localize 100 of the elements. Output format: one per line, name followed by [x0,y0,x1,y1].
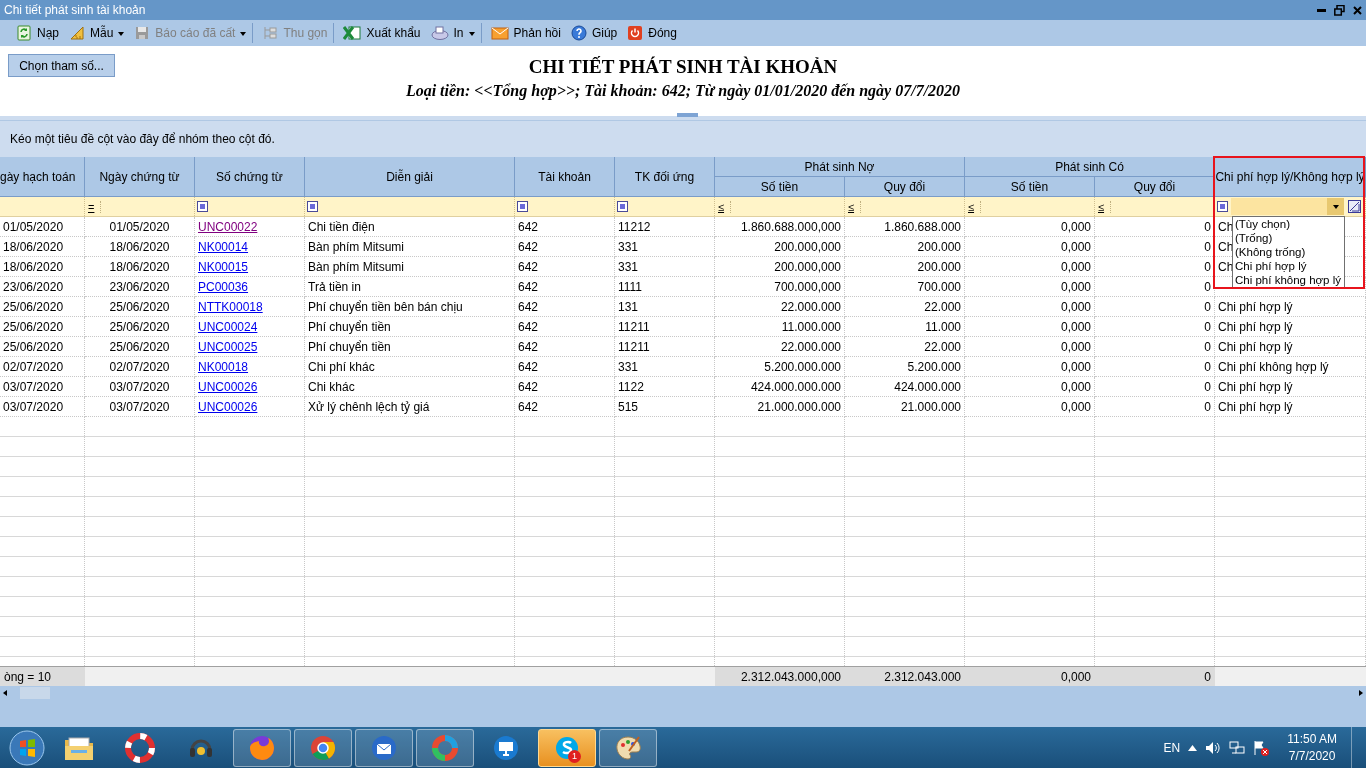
flag-warning-icon[interactable] [1253,739,1270,756]
taskbar-button[interactable] [599,728,657,767]
filter-square-icon[interactable] [618,202,627,211]
filter-square-icon[interactable] [518,202,527,211]
table-cell: 642 [518,339,539,354]
table-cell: Chi phí hợp lý [1218,319,1293,334]
table-cell: Bàn phím Mitsumi [308,239,405,254]
envelope-icon [490,25,509,41]
document-link[interactable]: NK00018 [198,359,249,374]
dropdown-option[interactable]: Chi phí hợp lý [1233,259,1344,273]
column-total: 0,000 [965,667,1095,686]
column-group-header: Phát sinh Nợ [715,157,965,177]
start-orb-icon[interactable] [9,729,45,766]
dropdown-option[interactable]: (Tùy chọn) [1233,217,1344,231]
network-icon[interactable] [1229,740,1246,755]
table-cell: 0,000 [1060,279,1091,294]
splitter-handle[interactable] [676,113,698,117]
dropdown-option[interactable]: (Trống) [1233,231,1344,245]
document-link[interactable]: UNC00026 [198,399,258,414]
dropdown-option[interactable]: Chi phí không hợp lý [1233,273,1344,287]
document-link[interactable]: UNC00022 [198,219,258,234]
clock-time[interactable]: 11:50 AM [1287,730,1337,748]
table-cell: 0,000 [1060,399,1091,414]
toolbar-button[interactable]: Giúp [566,23,622,43]
toolbar-button[interactable]: In [426,23,482,43]
toolbar-button[interactable]: Đóng [623,23,681,43]
report-title: CHI TIẾT PHÁT SINH TÀI KHOẢN [528,56,838,78]
table-cell: 1111 [618,279,643,294]
table-cell: 0,000 [1060,239,1091,254]
clear-filter-icon[interactable] [1348,200,1361,213]
table-cell: 0,000 [1060,319,1091,334]
table-cell: 25/06/2020 [3,319,64,334]
document-link[interactable]: NK00014 [198,239,249,254]
document-link[interactable]: UNC00024 [198,319,258,334]
document-link[interactable]: UNC00025 [198,339,258,354]
filter-operator[interactable]: ≤ [1098,200,1111,213]
table-cell: Chi phí hợp lý [1218,339,1293,354]
table-cell: 02/07/2020 [3,359,64,374]
parameters-button[interactable]: Chọn tham số... [8,54,115,77]
speaker-icon[interactable] [1205,740,1222,755]
table-cell: Chi khác [308,379,355,394]
toolbar-button[interactable]: Nạp [12,23,63,43]
refresh-icon [16,25,32,41]
report-subtitle: Loại tiền: <<Tổng hợp>>; Tài khoản: 642; Từ ngày 01/01/2020 đến ngày 07/7/2020 [405,82,961,100]
toolbar-button[interactable]: Xuất khẩu [339,23,425,43]
table-cell: 5.200.000.000 [764,359,841,374]
table-cell: 21.000.000.000 [757,399,841,414]
table-cell: 0,000 [1060,299,1091,314]
table-cell: Trả tiền in [308,279,361,294]
table-cell: 200.000,000 [774,259,841,274]
filter-operator[interactable]: = [88,200,101,213]
clock-date[interactable]: 7/7/2020 [1288,747,1336,765]
filter-square-icon[interactable] [198,202,207,211]
table-cell: 0,000 [1060,379,1091,394]
printer-icon [430,25,449,41]
table-cell: 0 [1204,319,1211,334]
language-indicator[interactable]: EN [1163,740,1181,755]
close-icon[interactable] [1353,5,1362,15]
dropdown-option[interactable]: (Không trống) [1233,245,1344,259]
restore-icon[interactable] [1334,4,1345,16]
table-cell: 642 [518,319,539,334]
toolbar-button[interactable]: Phản hồi [486,23,565,43]
tray-arrow-icon[interactable] [1188,744,1198,751]
document-link[interactable]: NK00015 [198,259,249,274]
table-cell: 0,000 [1060,219,1091,234]
lifebuoy-icon [125,732,155,763]
column-total: 0 [1095,667,1215,686]
table-cell: 25/06/2020 [109,299,170,314]
table-cell: 11.000.000 [781,319,841,334]
filter-operator[interactable]: ≤ [718,200,731,213]
taskbar-button[interactable] [355,728,413,767]
filter-operator[interactable]: ≤ [968,200,981,213]
toolbar-button[interactable]: Mẫu [65,23,129,43]
horizontal-scrollbar[interactable] [0,686,1366,700]
table-cell: 21.000.000 [900,399,961,414]
table-cell: Xử lý chênh lệch tỷ giá [308,399,430,414]
scrollbar-thumb[interactable] [20,687,50,699]
table-cell: Phí chuyển tiền [308,319,391,334]
row-count: òng = 10 [0,667,85,686]
filter-square-icon[interactable] [1218,202,1227,211]
table-cell: 22.000 [924,339,961,354]
table-cell: 0 [1204,379,1211,394]
table-cell: 18/06/2020 [109,239,170,254]
table-cell: 02/07/2020 [109,359,170,374]
document-link[interactable]: PC00036 [198,279,249,294]
filter-square-icon[interactable] [308,202,317,211]
table-cell: 0 [1204,359,1211,374]
minimize-icon[interactable] [1317,8,1326,12]
table-cell: 11.000 [925,319,961,334]
table-cell: 25/06/2020 [109,339,170,354]
table-cell: 18/06/2020 [3,259,64,274]
taskbar-button[interactable] [294,728,352,767]
filter-operator[interactable]: ≤ [848,200,861,213]
table-cell: 0 [1204,299,1211,314]
document-link[interactable]: NTTK00018 [198,299,263,314]
table-cell: 1.860.688.000 [884,219,961,234]
table-cell: Bàn phím Mitsumi [308,259,405,274]
taskbar-button[interactable]: 1 [538,728,596,767]
document-link[interactable]: UNC00026 [198,379,258,394]
window-title: Chi tiết phát sinh tài khoản [4,3,147,17]
